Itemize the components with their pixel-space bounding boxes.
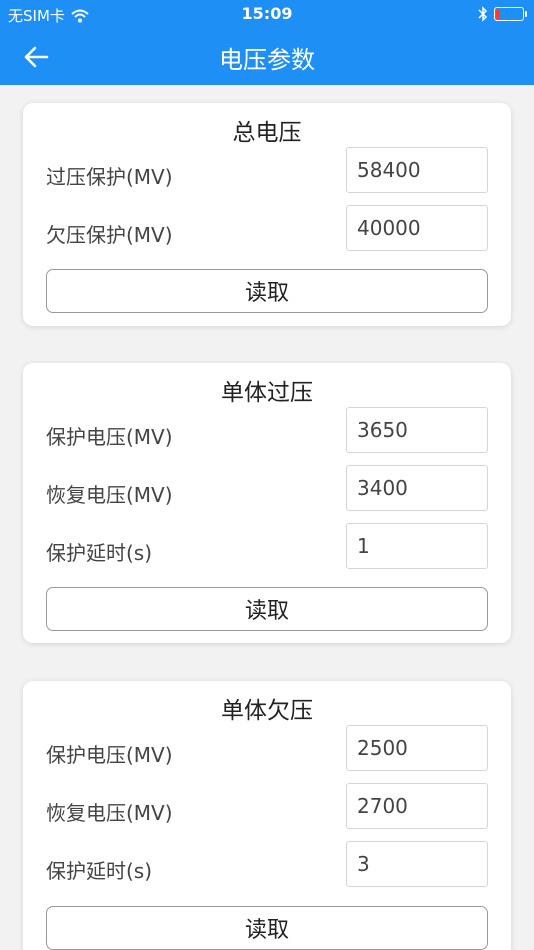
row-label: 保护延时(s) bbox=[46, 859, 153, 883]
row-label: 保护电压(MV) bbox=[46, 425, 173, 449]
bluetooth-icon bbox=[478, 6, 488, 22]
card-title: 单体欠压 bbox=[221, 698, 313, 724]
card-title: 单体过压 bbox=[221, 380, 313, 406]
card-total-voltage: 总电压 过压保护(MV) 欠压保护(MV) 读取 bbox=[23, 103, 511, 326]
uv-protect-delay-input[interactable] bbox=[346, 841, 488, 887]
row-label: 保护电压(MV) bbox=[46, 743, 173, 767]
row-label: 保护延时(s) bbox=[46, 541, 153, 565]
row-label: 欠压保护(MV) bbox=[46, 223, 173, 247]
row-overvoltage-protect: 过压保护(MV) bbox=[23, 147, 511, 205]
read-button-total[interactable]: 读取 bbox=[46, 269, 488, 313]
status-bar: 无SIM卡 15:09 bbox=[0, 0, 534, 28]
back-button[interactable] bbox=[14, 40, 58, 74]
row-protect-delay: 保护延时(s) bbox=[23, 841, 511, 899]
row-undervoltage-protect: 欠压保护(MV) bbox=[23, 205, 511, 263]
battery-level bbox=[496, 9, 500, 19]
ov-recover-voltage-input[interactable] bbox=[346, 465, 488, 511]
arrow-left-icon bbox=[24, 46, 49, 68]
row-protect-voltage: 保护电压(MV) bbox=[23, 725, 511, 783]
battery-low-icon bbox=[494, 7, 527, 21]
undervoltage-protect-input[interactable] bbox=[346, 205, 488, 251]
ov-protect-voltage-input[interactable] bbox=[346, 407, 488, 453]
nav-bar: 电压参数 bbox=[0, 28, 534, 85]
read-button-undervoltage[interactable]: 读取 bbox=[46, 906, 488, 950]
row-recover-voltage: 恢复电压(MV) bbox=[23, 783, 511, 841]
row-label: 恢复电压(MV) bbox=[46, 483, 173, 507]
card-cell-undervoltage: 单体欠压 保护电压(MV) 恢复电压(MV) 保护延时(s) 读取 bbox=[23, 681, 511, 950]
read-button-overvoltage[interactable]: 读取 bbox=[46, 587, 488, 631]
row-protect-delay: 保护延时(s) bbox=[23, 523, 511, 581]
row-protect-voltage: 保护电压(MV) bbox=[23, 407, 511, 465]
row-label: 过压保护(MV) bbox=[46, 165, 173, 189]
card-title: 总电压 bbox=[232, 120, 302, 146]
uv-protect-voltage-input[interactable] bbox=[346, 725, 488, 771]
row-recover-voltage: 恢复电压(MV) bbox=[23, 465, 511, 523]
page-title: 电压参数 bbox=[219, 46, 315, 74]
ov-protect-delay-input[interactable] bbox=[346, 523, 488, 569]
status-right bbox=[478, 6, 527, 22]
overvoltage-protect-input[interactable] bbox=[346, 147, 488, 193]
row-label: 恢复电压(MV) bbox=[46, 801, 173, 825]
status-time: 15:09 bbox=[241, 4, 293, 23]
card-cell-overvoltage: 单体过压 保护电压(MV) 恢复电压(MV) 保护延时(s) 读取 bbox=[23, 363, 511, 643]
uv-recover-voltage-input[interactable] bbox=[346, 783, 488, 829]
